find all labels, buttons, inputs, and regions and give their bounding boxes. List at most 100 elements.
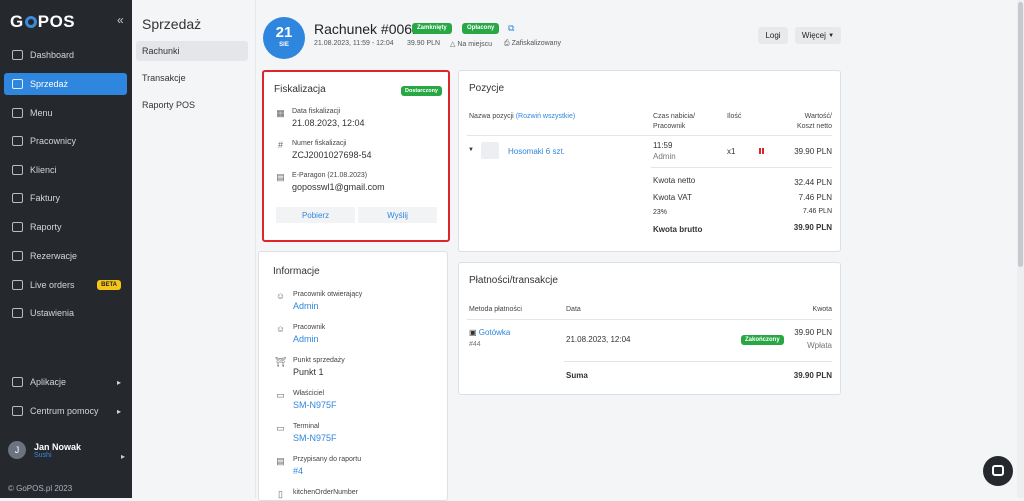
sidebar-item-ustawienia[interactable]: Ustawienia — [4, 302, 127, 324]
sub-navigation: Sprzedaż Rachunki Transakcje Raporty POS — [132, 0, 256, 498]
fiscal-date-row: ▦ Data fiskalizacji 21.08.2023, 12:04 — [276, 108, 365, 128]
chevron-right-icon: ▸ — [116, 406, 121, 416]
document-icon: ▤ — [276, 456, 285, 466]
dashboard-icon — [12, 50, 23, 60]
info-row-terminal: ▭ Terminal SM-N975F — [276, 423, 337, 443]
user-name: Jan Nowak — [34, 441, 82, 452]
more-dropdown-button[interactable]: Więcej ▼ — [795, 27, 841, 44]
monitor-icon: ▭ — [276, 423, 285, 433]
sidebar-item-dashboard[interactable]: Dashboard — [4, 44, 127, 66]
sidebar-item-aplikacje[interactable]: Aplikacje ▸ — [4, 371, 127, 393]
sidebar-item-pracownicy[interactable]: Pracownicy — [4, 130, 127, 152]
chat-button[interactable] — [983, 456, 1013, 486]
download-button[interactable]: Pobierz — [276, 207, 355, 223]
payments-title: Płatności/transakcje — [469, 275, 558, 286]
bill-amount: 39.90 PLN — [407, 40, 441, 47]
reservations-icon — [12, 251, 23, 261]
status-badge-paid: Opłacony — [462, 23, 500, 34]
status-badge-closed: Zamknięty — [412, 23, 452, 34]
info-row-point-of-sale: ⛩ Punkt sprzedaży Punkt 1 — [275, 357, 345, 377]
delivered-badge: Dostarczony — [400, 86, 442, 96]
warning-icon: △ — [450, 41, 456, 48]
receipt-icon: ▤ — [276, 172, 285, 182]
sidebar-item-menu[interactable]: Menu — [4, 102, 127, 124]
eparagon-row: ▤ E-Paragon (21.08.2023) goposswl1@gmail.c… — [276, 172, 385, 192]
clients-icon — [12, 165, 23, 175]
date-badge: 21 SIE — [263, 17, 305, 59]
payments-card: Płatności/transakcje Metoda płatności Da… — [458, 262, 841, 395]
divider — [651, 167, 832, 168]
page-title: Rachunek #0062 — [314, 21, 420, 37]
completed-badge: Zakończony — [741, 335, 784, 345]
information-card: Informacje ☺ Pracownik otwierający Admin ☺… — [258, 251, 448, 501]
expand-all-link[interactable]: (Rozwiń wszystkie) — [516, 113, 576, 120]
vat-amount-label: Kwota VAT — [653, 193, 692, 202]
subnav-item-transakcje[interactable]: Transakcje — [136, 68, 248, 88]
payment-amount: 39.90 PLN Wpłata — [794, 328, 832, 350]
bookmark-icon: ▯ — [278, 489, 283, 499]
chevron-right-icon[interactable]: ▸ — [121, 452, 125, 461]
avatar: J — [8, 441, 26, 459]
sidebar: G POS « Dashboard Sprzedaż Menu Pracownic… — [0, 0, 132, 498]
item-time: 11:59 Admin — [653, 141, 676, 161]
flag-icon — [759, 148, 764, 154]
user-icon: ☺ — [275, 324, 286, 334]
fiscalization-card: Fiskalizacja Dostarczony ▦ Data fiskaliza… — [262, 70, 450, 242]
vat-amount-value: 7.46 PLN — [798, 193, 832, 202]
sum-label: Suma — [566, 371, 588, 380]
caret-down-icon[interactable]: ▼ — [468, 147, 474, 153]
user-profile[interactable]: J Jan Nowak Sushi — [8, 441, 81, 459]
sidebar-item-faktury[interactable]: Faktury — [4, 187, 127, 209]
sidebar-item-centrum-pomocy[interactable]: Centrum pomocy ▸ — [4, 400, 127, 422]
col-header-value: Wartość/Koszt netto — [796, 113, 832, 130]
scrollbar-thumb[interactable] — [1018, 2, 1023, 267]
sidebar-item-klienci[interactable]: Klienci — [4, 159, 127, 181]
external-link-icon[interactable]: ⧉ — [508, 23, 514, 34]
item-qty: x1 — [727, 147, 736, 156]
monitor-icon: ▭ — [276, 390, 285, 400]
help-icon — [12, 406, 23, 416]
payment-method-link[interactable]: Gotówka — [479, 328, 511, 337]
item-name-link[interactable]: Hosomaki 6 szt. — [508, 147, 565, 156]
divider — [467, 135, 832, 136]
fiscal-status: ⎙ Zafiskalizowany — [504, 40, 561, 47]
chat-icon — [992, 465, 1004, 476]
info-row-opening-employee: ☺ Pracownik otwierający Admin — [275, 291, 363, 311]
info-row-kitchen-order: ▯ kitchenOrderNumber — [275, 489, 358, 500]
divider — [467, 319, 832, 320]
printer-icon: ⎙ — [504, 40, 510, 47]
vat-rate-value: 7.46 PLN — [802, 208, 832, 215]
order-type: △ Na miejscu — [450, 41, 492, 48]
fiscalization-title: Fiskalizacja — [274, 84, 326, 95]
send-button[interactable]: Wyślij — [358, 207, 437, 223]
col-header-method: Metoda płatności — [469, 306, 522, 313]
positions-card: Pozycje Nazwa pozycji (Rozwiń wszystkie)… — [458, 70, 841, 252]
user-icon: ☺ — [275, 291, 286, 301]
sidebar-item-sprzedaz[interactable]: Sprzedaż — [4, 73, 127, 95]
subnav-item-rachunki[interactable]: Rachunki — [136, 41, 248, 61]
sidebar-item-rezerwacje[interactable]: Rezerwacje — [4, 245, 127, 267]
sidebar-item-raporty[interactable]: Raporty — [4, 216, 127, 238]
invoices-icon — [12, 193, 23, 203]
col-header-name: Nazwa pozycji (Rozwiń wszystkie) — [469, 113, 576, 120]
logs-button[interactable]: Logi — [758, 27, 788, 44]
bill-datetime: 21.08.2023, 11:59 - 12:04 — [314, 40, 394, 47]
info-row-employee: ☺ Pracownik Admin — [275, 324, 326, 344]
positions-title: Pozycje — [469, 83, 505, 94]
fiscal-number-row: # Numer fiskalizacji ZCJ2001027698-54 — [277, 140, 372, 160]
vat-rate-label: 23% — [653, 209, 668, 216]
info-row-report: ▤ Przypisany do raportu #4 — [276, 456, 362, 476]
chevron-right-icon: ▸ — [116, 377, 121, 387]
payment-method: ▣ Gotówka #44 — [469, 328, 510, 348]
col-header-amount: Kwota — [812, 306, 832, 313]
collapse-sidebar-icon[interactable]: « — [117, 13, 124, 27]
subnav-item-raporty-pos[interactable]: Raporty POS — [136, 95, 248, 115]
payment-id: #44 — [469, 341, 481, 348]
apps-icon — [12, 377, 23, 387]
sidebar-item-live-orders[interactable]: Live orders BETA — [4, 274, 127, 296]
col-header-date: Data — [566, 306, 581, 313]
gopos-logo[interactable]: G POS — [10, 12, 75, 32]
calendar-icon: ▦ — [276, 108, 285, 118]
scrollbar[interactable] — [1017, 0, 1024, 498]
user-venue: Sushi — [34, 451, 52, 459]
